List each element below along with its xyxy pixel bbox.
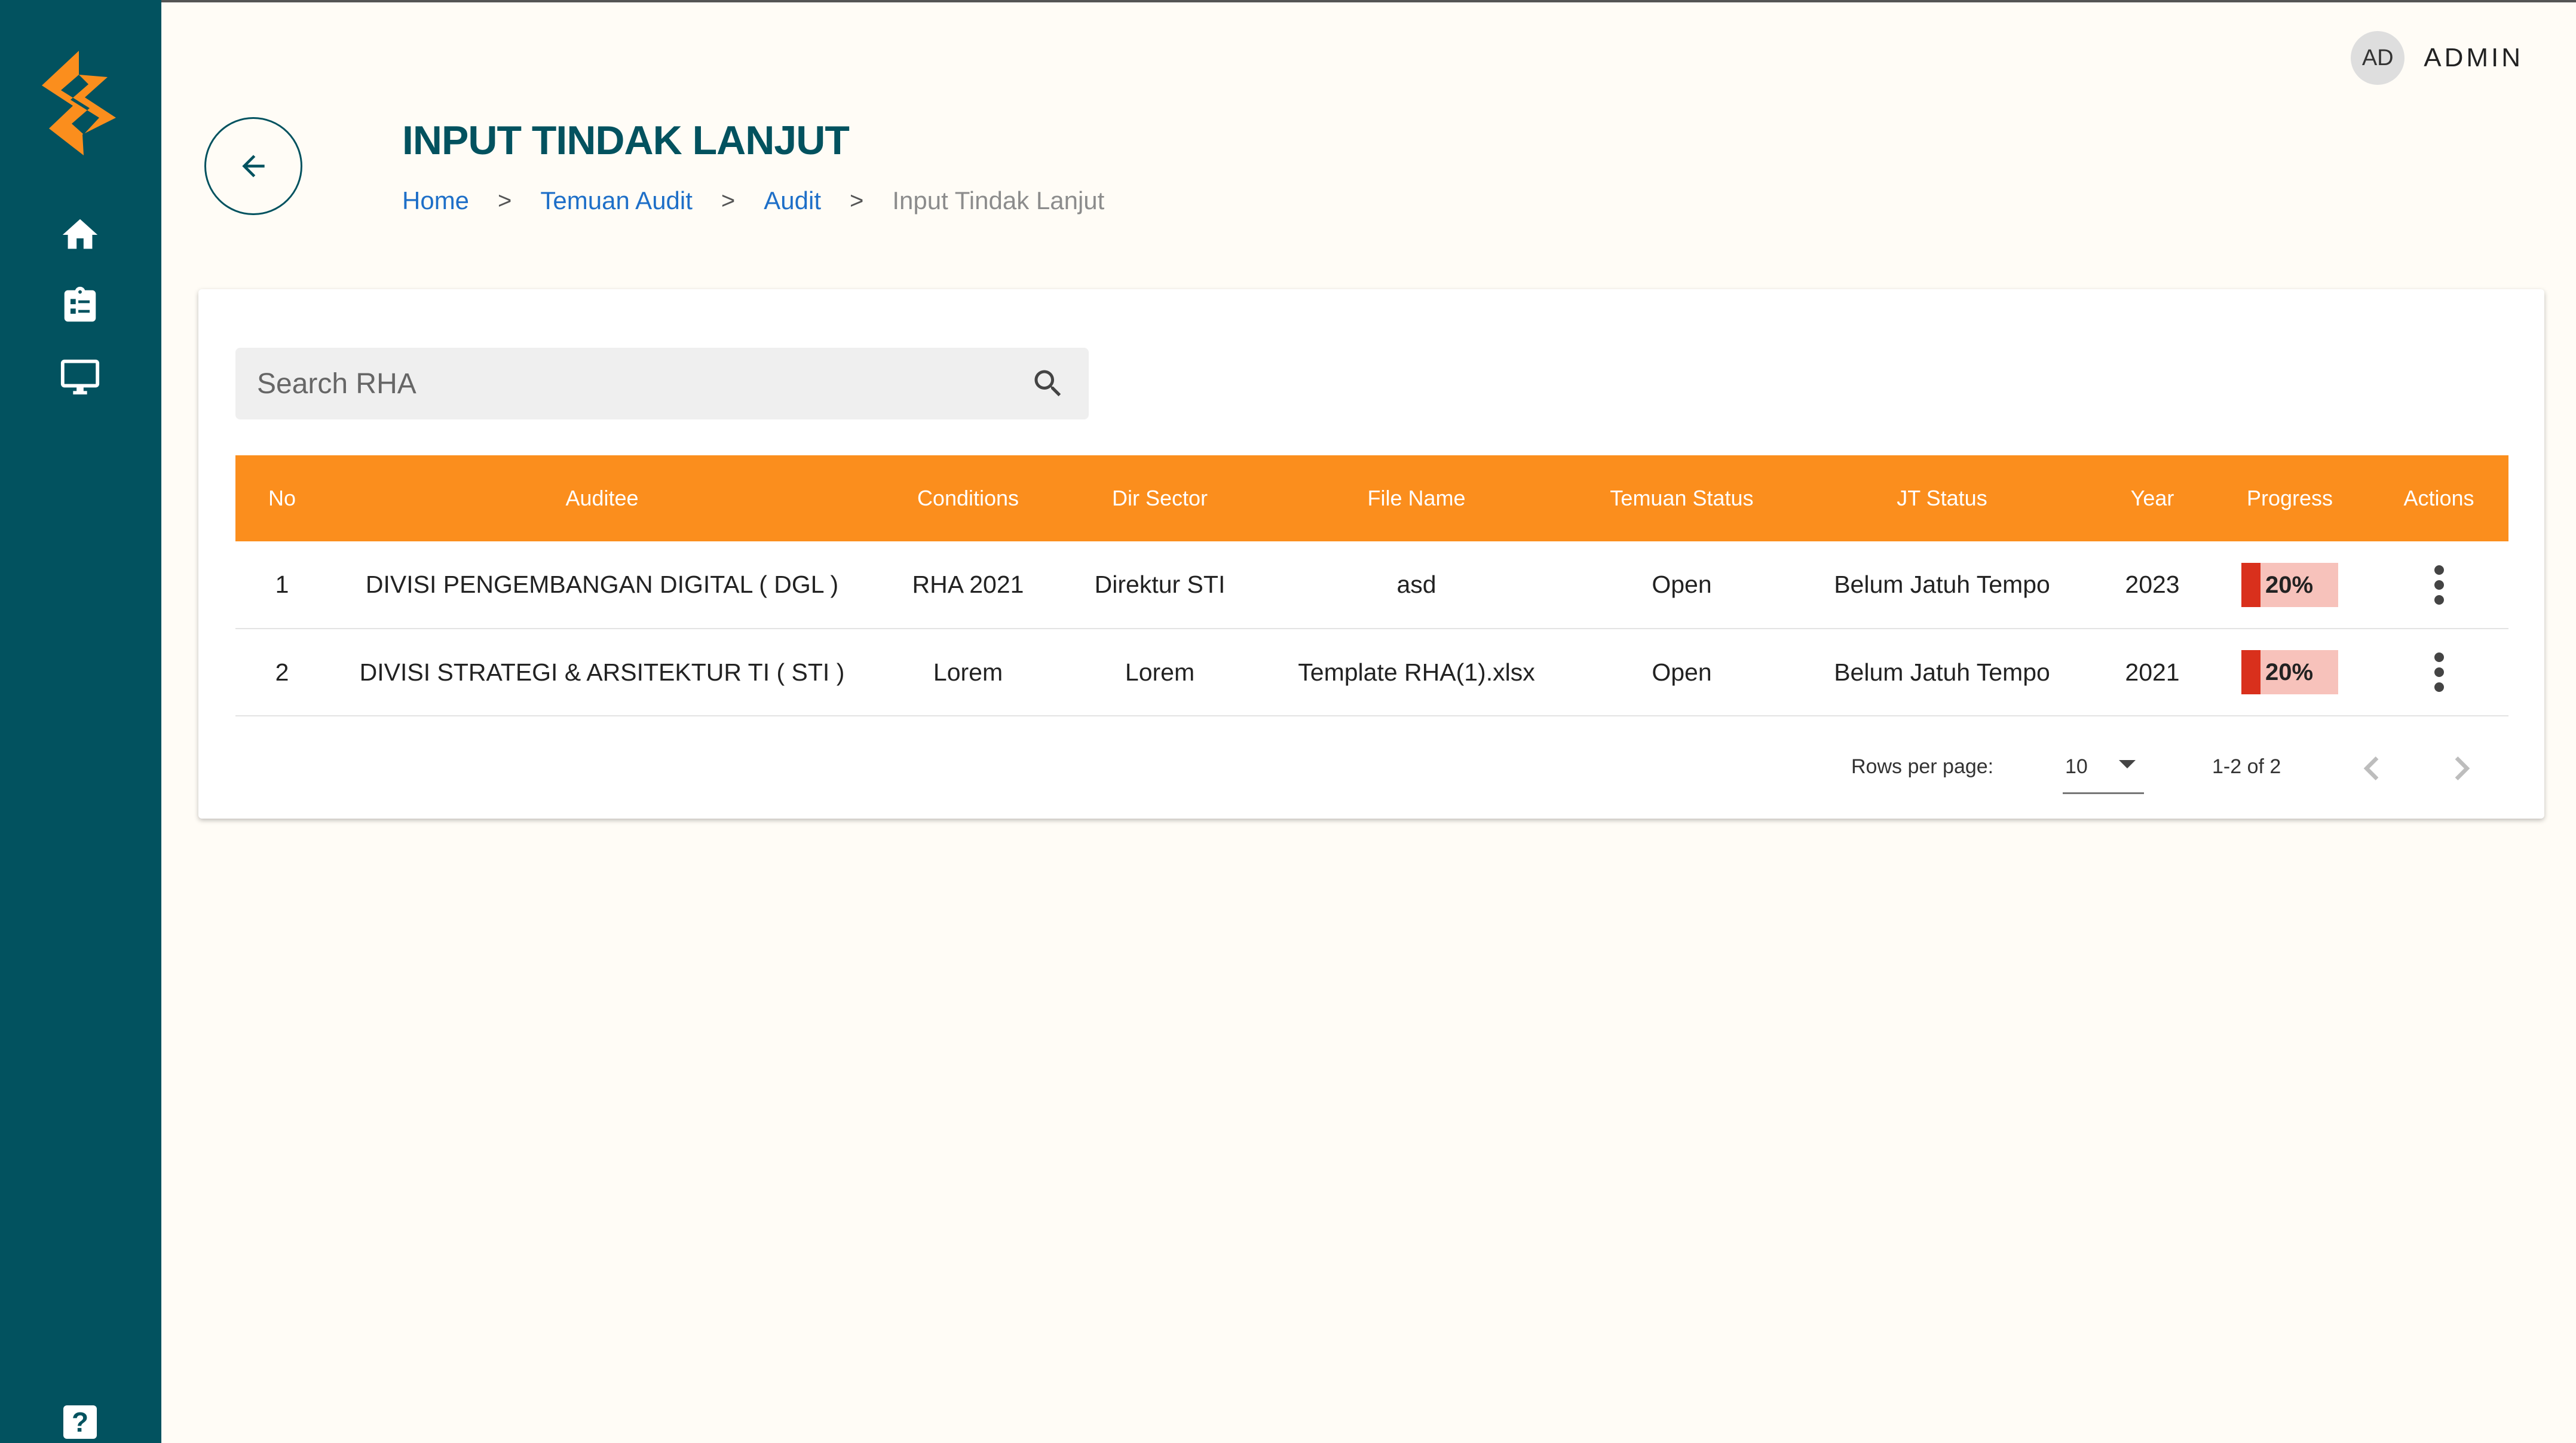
cell-auditee: DIVISI PENGEMBANGAN DIGITAL ( DGL ) (365, 571, 839, 598)
cell-actions (2369, 629, 2508, 716)
back-button[interactable] (204, 117, 302, 215)
sidebar: ? (0, 0, 161, 1443)
rows-per-page-label: Rows per page: (1851, 755, 1994, 778)
column-header[interactable]: No (235, 455, 329, 541)
breadcrumb-current: Input Tindak Lanjut (892, 186, 1105, 215)
breadcrumb-audit[interactable]: Audit (764, 186, 821, 215)
cell-year: 2023 (2125, 571, 2180, 598)
breadcrumb-home[interactable]: Home (402, 186, 469, 215)
top-border (0, 0, 2576, 2)
breadcrumb: Home > Temuan Audit > Audit > Input Tind… (402, 186, 1104, 215)
data-card: No Auditee Conditions Dir Sector File Na… (198, 289, 2544, 819)
cell-conditions: Lorem (933, 658, 1003, 686)
home-icon[interactable] (59, 214, 101, 256)
progress-label: 20% (2265, 571, 2314, 598)
breadcrumb-temuan-audit[interactable]: Temuan Audit (540, 186, 693, 215)
cell-no: 1 (275, 571, 289, 598)
cell-auditee: DIVISI STRATEGI & ARSITEKTUR TI ( STI ) (359, 658, 845, 686)
table-row[interactable]: 1 DIVISI PENGEMBANGAN DIGITAL ( DGL ) RH… (235, 541, 2508, 629)
table-header-row: No Auditee Conditions Dir Sector File Na… (235, 455, 2508, 541)
rows-per-page-select[interactable]: 10 (2063, 740, 2144, 794)
column-header[interactable]: File Name (1259, 455, 1574, 541)
cell-conditions: RHA 2021 (912, 571, 1024, 598)
cell-year: 2021 (2125, 658, 2180, 686)
cell-temuan-status: Open (1652, 571, 1712, 598)
more-vert-icon[interactable] (2427, 651, 2451, 693)
progress-fill (2241, 650, 2260, 694)
cell-dir-sector: Direktur STI (1094, 571, 1226, 598)
cell-progress: 20% (2210, 629, 2369, 716)
table-row[interactable]: 2 DIVISI STRATEGI & ARSITEKTUR TI ( STI … (235, 629, 2508, 716)
help-icon[interactable]: ? (63, 1405, 97, 1439)
breadcrumb-separator: > (850, 187, 864, 214)
pagination: Rows per page: 10 1-2 of 2 (198, 740, 2544, 794)
column-header: Actions (2403, 486, 2474, 510)
user-menu[interactable]: AD ADMIN (2351, 31, 2523, 85)
column-header[interactable]: Progress (2210, 455, 2369, 541)
search-box (235, 348, 1089, 419)
column-header[interactable]: JT Status (1790, 455, 2094, 541)
arrow-left-icon (242, 155, 265, 177)
brand-logo[interactable] (37, 51, 121, 155)
cell-progress: 20% (2210, 541, 2369, 629)
cell-file-name: Template RHA(1).xlsx (1298, 658, 1535, 686)
dropdown-arrow-icon (2119, 760, 2136, 768)
column-header[interactable]: Conditions (875, 455, 1061, 541)
cell-dir-sector: Lorem (1125, 658, 1195, 686)
cell-no: 2 (275, 658, 289, 686)
cell-jt-status: Belum Jatuh Tempo (1834, 571, 2050, 598)
more-vert-icon[interactable] (2427, 564, 2451, 606)
cell-actions (2369, 541, 2508, 629)
search-input[interactable] (257, 348, 1010, 419)
column-header[interactable]: Year (2094, 455, 2210, 541)
column-header[interactable]: Auditee (329, 455, 875, 541)
page-range: 1-2 of 2 (2212, 755, 2281, 778)
breadcrumb-separator: > (498, 187, 512, 214)
chevron-left-icon[interactable] (2348, 745, 2396, 792)
chevron-right-icon[interactable] (2438, 745, 2486, 792)
search-icon[interactable] (1030, 366, 1066, 402)
column-header[interactable]: Temuan Status (1574, 455, 1790, 541)
progress-bar: 20% (2241, 562, 2338, 607)
breadcrumb-separator: > (721, 187, 736, 214)
cell-temuan-status: Open (1652, 658, 1712, 686)
progress-fill (2241, 562, 2260, 607)
monitor-icon[interactable] (59, 356, 101, 398)
user-name: ADMIN (2424, 43, 2523, 72)
column-header[interactable]: Dir Sector (1061, 455, 1259, 541)
progress-label: 20% (2265, 659, 2314, 685)
clipboard-list-icon[interactable] (59, 285, 101, 327)
rows-per-page-value: 10 (2065, 755, 2088, 778)
page-title: INPUT TINDAK LANJUT (402, 118, 850, 163)
progress-bar: 20% (2241, 650, 2338, 694)
findings-table: No Auditee Conditions Dir Sector File Na… (235, 455, 2508, 716)
cell-jt-status: Belum Jatuh Tempo (1834, 658, 2050, 686)
avatar[interactable]: AD (2351, 31, 2405, 85)
cell-file-name: asd (1396, 571, 1436, 598)
